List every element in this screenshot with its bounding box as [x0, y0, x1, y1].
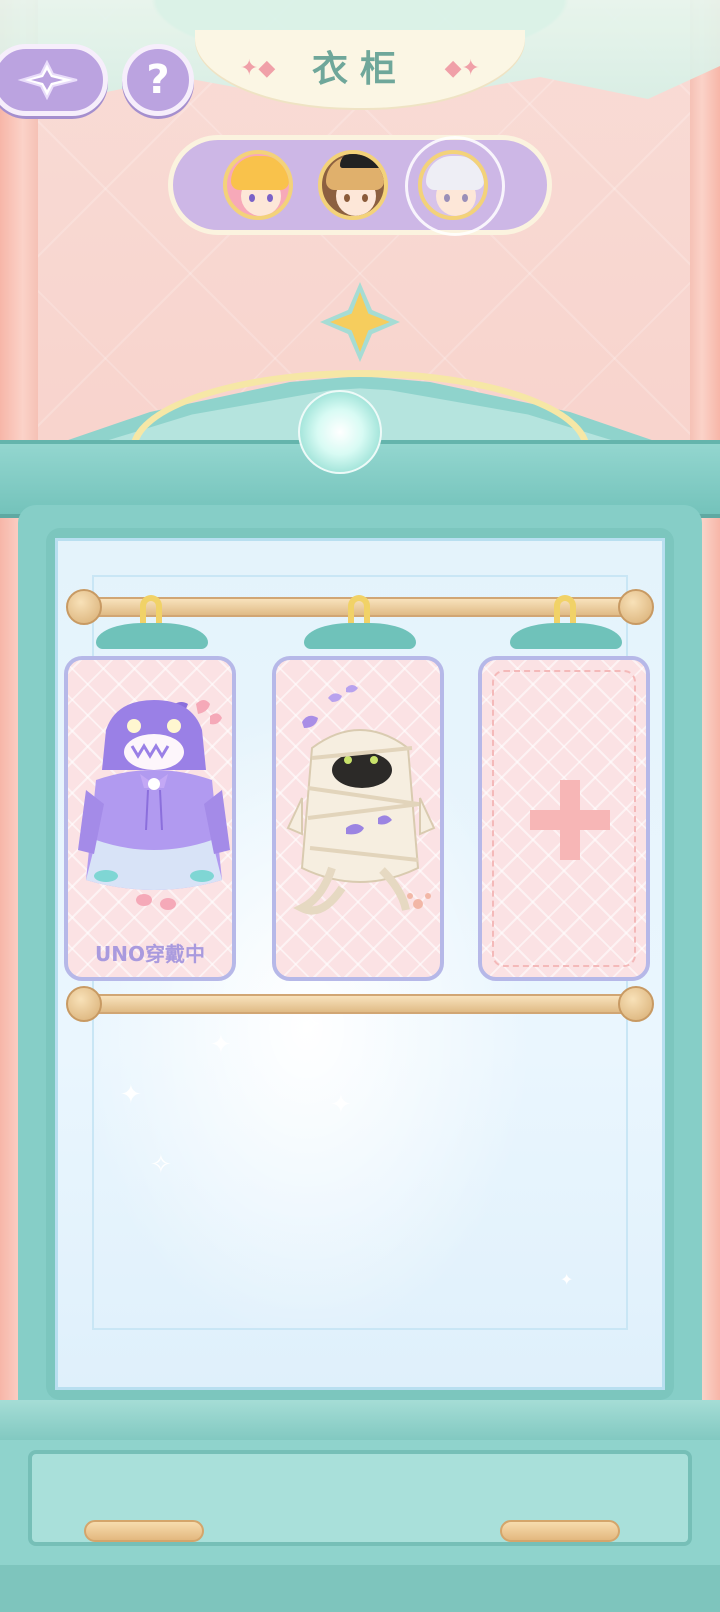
hanger — [510, 595, 622, 655]
mummy-costume-icon — [286, 685, 436, 915]
drawer-handle-left — [84, 1520, 204, 1542]
character-selector — [168, 135, 552, 236]
purple-hoodie-icon — [78, 700, 230, 910]
help-icon: ? — [146, 57, 170, 103]
sparkle-icon: ✦ — [120, 1080, 142, 1110]
avatar-eye — [249, 194, 255, 202]
rod-cap — [618, 986, 654, 1022]
hanger-bar — [96, 623, 208, 649]
sparkle-icon: ✦ — [330, 1090, 352, 1120]
back-button[interactable] — [0, 44, 108, 116]
selected-character-ring — [405, 136, 505, 236]
hanger-bar — [304, 623, 416, 649]
avatar-eye — [267, 194, 273, 202]
wardrobe-base-top — [0, 1400, 720, 1440]
character-avatar-brown[interactable] — [318, 150, 388, 220]
hanging-rod-bottom — [74, 994, 646, 1014]
hanger-hook — [140, 595, 162, 623]
sparkle-icon: ✦ — [560, 1270, 574, 1289]
hanger — [96, 595, 208, 655]
outfit-card-empty[interactable] — [478, 656, 650, 981]
avatar-hat — [340, 154, 384, 168]
avatar-eye — [362, 194, 368, 202]
sparkle-icon: ✧ — [300, 1010, 322, 1040]
hanger-hook — [554, 595, 576, 623]
avatar-hair — [231, 156, 289, 190]
equipped-label: UNO穿戴中 — [95, 942, 205, 966]
sparkle-icon: ✦ — [210, 1030, 232, 1060]
avatar-eye — [344, 194, 350, 202]
hanger — [304, 595, 416, 655]
drawer-handle-right — [500, 1520, 620, 1542]
rod-cap — [66, 986, 102, 1022]
hanger-bar — [510, 623, 622, 649]
ornament-right-icon: ◆✦ — [444, 56, 480, 81]
add-outfit-icon — [530, 780, 610, 860]
character-avatar-blonde[interactable] — [223, 150, 293, 220]
outfit-card-mummy[interactable] — [272, 656, 444, 981]
rod-cap — [618, 589, 654, 625]
sparkle-icon: ✧ — [150, 1150, 172, 1180]
sparkle-arrow-left-icon — [17, 60, 78, 100]
wardrobe-base-bottom — [0, 1565, 720, 1612]
hanger-hook — [348, 595, 370, 623]
help-button[interactable]: ? — [122, 44, 194, 116]
glow-orb-icon — [298, 390, 382, 474]
outfit-card-purple-hoodie[interactable]: UNO穿戴中 — [64, 656, 236, 981]
